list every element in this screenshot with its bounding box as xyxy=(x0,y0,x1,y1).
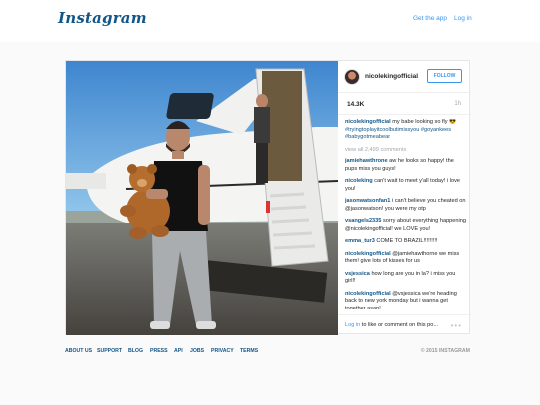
get-the-app-link[interactable]: Get the app xyxy=(413,15,447,22)
top-bar: Instagram Get the app Log in xyxy=(0,0,540,42)
post-age[interactable]: 1h xyxy=(454,101,461,107)
comment-item: nicolekingofficial @vsjessica we're head… xyxy=(345,291,467,310)
post-card: nicolekingofficial FOLLOW 14.3K 1h nicol… xyxy=(65,60,471,335)
follow-button[interactable]: FOLLOW xyxy=(427,69,462,83)
comment-item: emma_tur3 COME TO BRAZIL!!!!!!!!! xyxy=(345,238,467,246)
post-photo[interactable] xyxy=(66,61,338,335)
footer-link-jobs[interactable]: JOBS xyxy=(190,348,204,354)
comment-username[interactable]: nicolekingofficial xyxy=(345,291,391,297)
caption-username[interactable]: nicolekingofficial xyxy=(345,119,391,125)
footer-link-blog[interactable]: BLOG xyxy=(128,348,143,354)
comment-item: jasonwatsonfan1 i can't believe you chea… xyxy=(345,198,467,213)
post-username[interactable]: nicolekingofficial xyxy=(365,73,418,80)
footer-link-privacy[interactable]: PRIVACY xyxy=(211,348,234,354)
footer-link-terms[interactable]: TERMS xyxy=(240,348,258,354)
comment-username[interactable]: jasonwatsonfan1 xyxy=(345,198,390,204)
login-prompt-link[interactable]: Log in xyxy=(345,322,360,328)
login-prompt-text: to like or comment on this po... xyxy=(360,322,438,328)
comment-username[interactable]: vsjessica xyxy=(345,271,370,277)
copyright: © 2015 INSTAGRAM xyxy=(420,348,470,354)
log-in-link[interactable]: Log in xyxy=(454,15,472,22)
comment-item: jamiehawthrone aw he looks so happy! the… xyxy=(345,158,467,173)
view-all-comments-link[interactable]: view all 2,499 comments xyxy=(345,147,467,155)
comment-username[interactable]: emma_tur3 xyxy=(345,238,375,244)
comment-username[interactable]: jamiehawthrone xyxy=(345,158,388,164)
comment-text: COME TO BRAZIL!!!!!!!!! xyxy=(374,238,438,244)
instagram-logo[interactable]: Instagram xyxy=(58,9,147,27)
post-stats: 14.3K 1h xyxy=(338,93,471,115)
caption-hashtags[interactable]: #tryingtoplayitcoolbutimissyou #goyankee… xyxy=(345,127,451,141)
footer-link-api[interactable]: API xyxy=(174,348,183,354)
comments-list: nicolekingofficial my babe looking so fl… xyxy=(345,119,467,309)
comment-item: vsjessica how long are you in la? i miss… xyxy=(345,271,467,286)
comment-login-bar: Log in to like or comment on this po... … xyxy=(338,314,471,335)
login-prompt: Log in to like or comment on this po... xyxy=(345,322,438,328)
footer-link-about[interactable]: ABOUT US xyxy=(65,348,92,354)
post-side-panel: nicolekingofficial FOLLOW 14.3K 1h nicol… xyxy=(338,61,471,335)
comment-username[interactable]: vsangels2335 xyxy=(345,218,381,224)
caption-text: my babe looking so fly 😎 xyxy=(390,119,457,125)
post-caption: nicolekingofficial my babe looking so fl… xyxy=(345,119,467,142)
comment-username[interactable]: nicolekingofficial xyxy=(345,251,391,257)
post-header: nicolekingofficial FOLLOW xyxy=(338,61,471,93)
comment-item: nicolekingofficial @jamiehawthorne we mi… xyxy=(345,251,467,266)
footer-link-press[interactable]: PRESS xyxy=(150,348,168,354)
more-options-icon[interactable]: ••• xyxy=(451,321,462,330)
avatar[interactable] xyxy=(344,69,360,85)
page-footer: ABOUT US SUPPORT BLOG PRESS API JOBS PRI… xyxy=(65,348,470,358)
footer-link-support[interactable]: SUPPORT xyxy=(97,348,122,354)
comment-username[interactable]: nicoleking xyxy=(345,178,373,184)
likes-count[interactable]: 14.3K xyxy=(347,101,364,108)
comment-item: vsangels2335 sorry about everything happ… xyxy=(345,218,467,233)
comment-item: nicoleking can't wait to meet y'all toda… xyxy=(345,178,467,193)
